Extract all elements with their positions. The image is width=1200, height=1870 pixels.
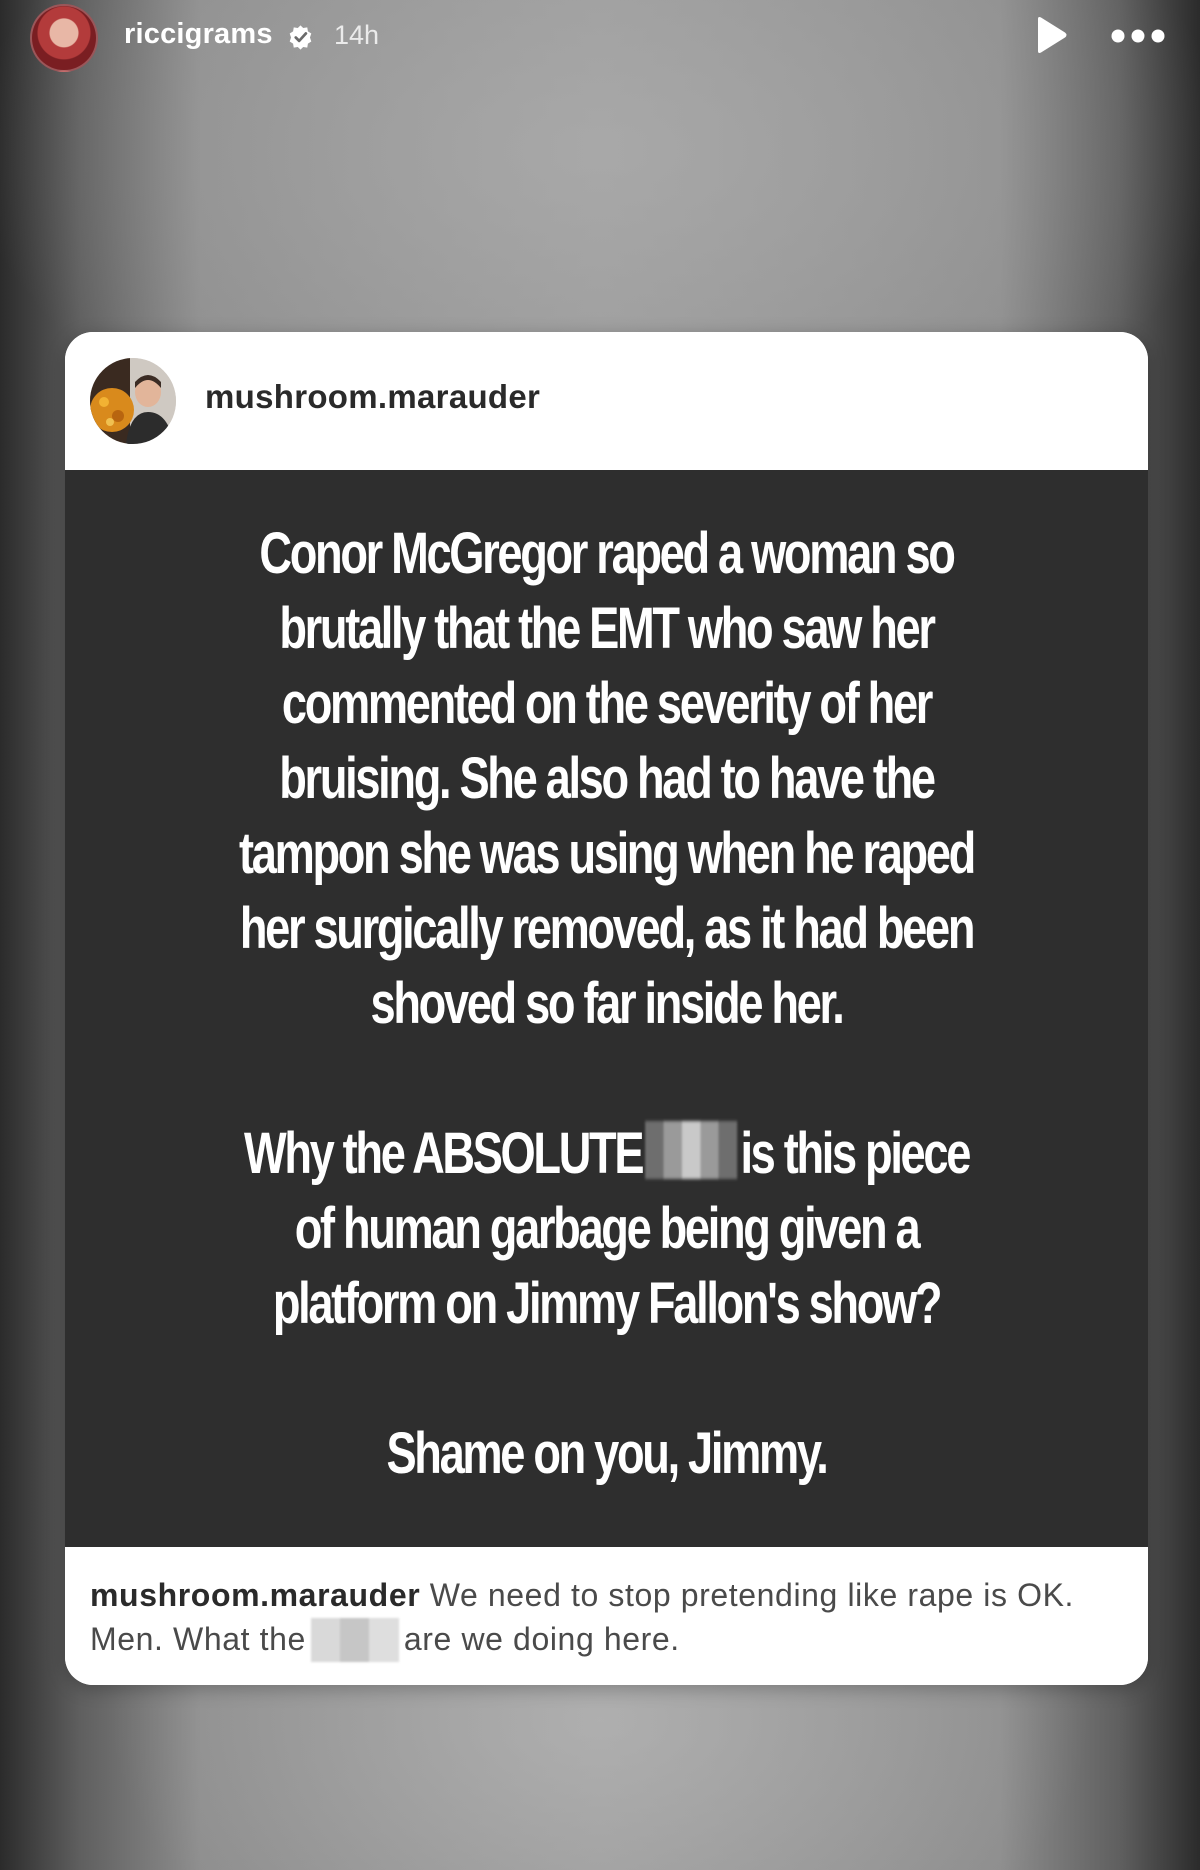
post-paragraph-1: Conor McGregor raped a woman so brutally…: [239, 521, 976, 1036]
post-paragraph-2-before: Why the ABSOLUTE: [243, 1121, 645, 1186]
play-icon[interactable]: [1034, 16, 1068, 54]
caption-censor-blur: [310, 1618, 399, 1662]
caption-username[interactable]: mushroom.marauder: [90, 1577, 420, 1613]
caption-text-after: are we doing here.: [403, 1621, 680, 1657]
story-header: riccigrams 14h: [0, 0, 1200, 80]
shared-post-caption-area: mushroom.marauder We need to stop preten…: [65, 1547, 1148, 1685]
shared-post-image: Conor McGregor raped a woman so brutally…: [65, 470, 1148, 1547]
post-paragraph-2: Why the ABSOLUTE is this piece of human g…: [231, 1116, 982, 1341]
post-text-block: Conor McGregor raped a woman so brutally…: [231, 516, 982, 1491]
shared-post-username[interactable]: mushroom.marauder: [205, 378, 540, 416]
censor-blur: [645, 1121, 738, 1179]
more-options-icon[interactable]: [1110, 28, 1166, 44]
verified-badge-icon: [289, 25, 312, 50]
story-timestamp: 14h: [334, 20, 380, 50]
post-paragraph-3: Shame on you, Jimmy.: [386, 1421, 828, 1486]
profile-avatar[interactable]: [30, 4, 98, 72]
shared-post-avatar-image: [90, 358, 176, 444]
shared-post-header: mushroom.marauder: [65, 332, 1148, 470]
shared-post-caption: mushroom.marauder We need to stop preten…: [90, 1573, 1120, 1662]
story-username[interactable]: riccigrams: [124, 18, 273, 51]
shared-post-card[interactable]: mushroom.marauder Conor McGregor raped a…: [65, 332, 1148, 1685]
shared-post-avatar[interactable]: [90, 358, 176, 444]
